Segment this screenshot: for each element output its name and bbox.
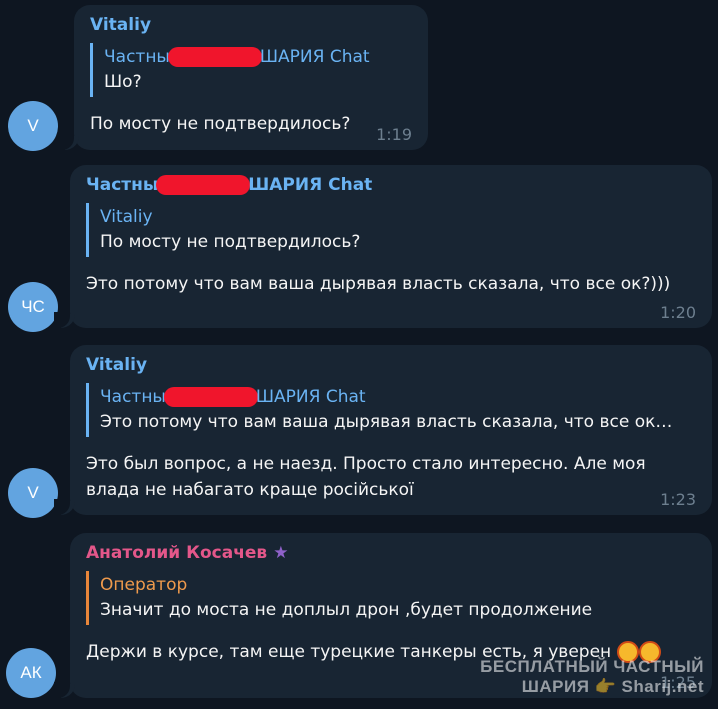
reply-author-end: ШАРИЯ Chat [259,47,370,67]
avatar[interactable]: ЧС [8,282,58,332]
reply-author: Частны ШАРИЯ Chat [100,385,698,409]
reply-author-start: Частны [100,387,166,407]
reply-quote[interactable]: Оператор Значит до моста не доплыл дрон … [86,571,698,625]
avatar[interactable]: V [8,101,58,151]
reply-author: Vitaliy [100,207,153,227]
message-author[interactable]: Частны ШАРИЯ Chat [86,175,698,195]
reply-text: Это потому что вам ваша дырявая власть с… [100,412,673,432]
reply-quote[interactable]: Частны ШАРИЯ Chat Это потому что вам ваша… [86,383,698,437]
reply-author-end: ШАРИЯ Chat [255,387,366,407]
reply-quote[interactable]: Vitaliy По мосту не подтвердилось? [86,203,698,257]
reply-text: Значит до моста не доплыл дрон ,будет пр… [100,600,593,620]
message-text-line: Это был вопрос, а не наезд. Просто стало… [86,454,646,474]
reply-author: Оператор [100,575,188,595]
message-time: 1:20 [660,303,696,322]
message-author[interactable]: Vitaliy [90,15,414,35]
message-bubble[interactable]: Частны ШАРИЯ Chat Vitaliy По мосту не под… [54,165,712,328]
reply-quote[interactable]: Частны ШАРИЯ Chat Шо? [90,43,414,97]
message-text: Это потому что вам ваша дырявая власть с… [86,274,671,294]
reply-text: По мосту не подтвердилось? [100,232,361,252]
redaction-mark [156,175,251,195]
message-author[interactable]: Анатолий Косачев ★ [86,543,698,563]
watermark: БЕСПЛАТНЫЙ ЧАСТНЫЙ ШАРИЯ 👉 Sharij.net [480,657,704,697]
author-name: Анатолий Косачев [86,543,268,563]
author-end: ШАРИЯ Chat [248,175,373,195]
reply-text: Шо? [104,72,142,92]
message-time: 1:19 [376,125,412,144]
reply-author: Частны ШАРИЯ Chat [104,45,414,69]
star-icon: ★ [273,543,289,563]
message-bubble[interactable]: Vitaliy Частны ШАРИЯ Chat Шо? По мосту не… [58,5,428,150]
message-text: По мосту не подтвердилось? [90,114,351,134]
redaction-mark [167,47,262,67]
message-time: 1:23 [660,490,696,509]
watermark-line: ШАРИЯ 👉 Sharij.net [521,677,704,696]
avatar[interactable]: V [8,468,58,518]
watermark-line: БЕСПЛАТНЫЙ ЧАСТНЫЙ [480,657,704,676]
author-start: Частны [86,175,159,195]
redaction-mark [163,387,258,407]
avatar[interactable]: АК [6,648,56,698]
message-bubble[interactable]: Vitaliy Частны ШАРИЯ Chat Это потому что … [54,345,712,515]
reply-author-start: Частны [104,47,170,67]
message-text-line: влада не набагато краще російської [86,480,414,500]
message-author[interactable]: Vitaliy [86,355,698,375]
